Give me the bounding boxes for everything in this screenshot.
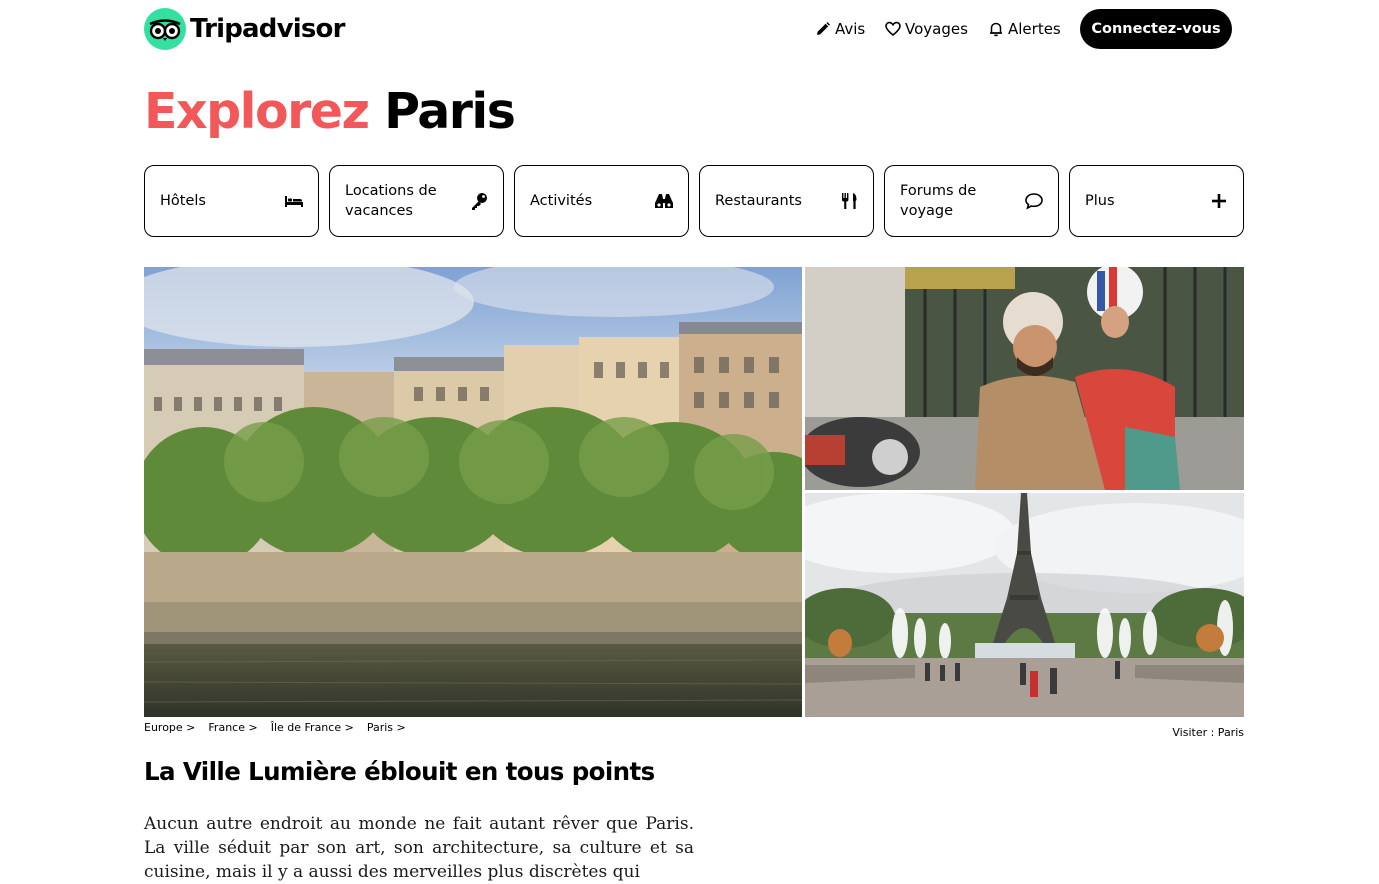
bell-icon [990,22,1002,37]
nav-alertes-label: Alertes [1008,20,1061,38]
sidecar-riders-image [805,267,1244,490]
nav-voyages-label: Voyages [905,20,968,38]
breadcrumb: Europe > France > Île de France > Paris … [144,721,406,734]
category-hotels-label: Hôtels [160,193,206,209]
heart-icon [885,21,901,37]
owl-logo-icon [144,8,186,50]
nav-alertes[interactable]: Alertes [988,14,1061,44]
photo-caption: Visiter : Paris [1172,726,1244,739]
category-more[interactable]: Plus [1069,165,1244,237]
nav-voyages[interactable]: Voyages [885,14,968,44]
breadcrumb-france[interactable]: France > [208,721,257,734]
category-restaurants-label: Restaurants [715,193,802,209]
plus-icon [1212,194,1226,208]
login-button[interactable]: Connectez-vous [1080,9,1232,49]
bed-icon [285,196,303,207]
category-rentals-label: Locations de vacances [345,183,437,219]
title-city: Paris [384,83,516,140]
page-title: Explorez Paris [144,80,516,144]
breadcrumb-ile-de-france[interactable]: Île de France > [271,721,354,734]
article-body: Aucun autre endroit au monde ne fait aut… [144,814,694,882]
brand-wordmark: Tripadvisor [190,14,345,44]
category-travel-forums[interactable]: Forums de voyage [884,165,1059,237]
breadcrumb-paris[interactable]: Paris > [367,721,406,734]
fork-knife-icon [842,193,857,209]
breadcrumb-europe[interactable]: Europe > [144,721,195,734]
chat-bubble-icon [1025,193,1043,210]
category-forums-label: Forums de voyage [900,183,977,219]
hero-photo-seine[interactable] [144,267,802,717]
seine-quay-image [144,267,802,717]
pencil-icon [817,22,830,35]
category-vacation-rentals[interactable]: Locations de vacances [329,165,504,237]
category-activities-label: Activités [530,193,593,209]
photo-eiffel-tower[interactable] [805,493,1244,717]
category-more-label: Plus [1085,193,1115,209]
key-icon [472,193,487,210]
article-heading: La Ville Lumière éblouit en tous points [144,757,655,786]
eiffel-tower-image [805,493,1244,717]
tripadvisor-logo[interactable]: Tripadvisor [144,7,354,51]
nav-avis-label: Avis [835,20,866,38]
binoculars-icon [655,194,673,208]
category-restaurants[interactable]: Restaurants [699,165,874,237]
photo-sidecar-tour[interactable] [805,267,1244,490]
title-explorez: Explorez [144,83,370,140]
category-activities[interactable]: Activités [514,165,689,237]
nav-avis[interactable]: Avis [815,14,865,44]
category-hotels[interactable]: Hôtels [144,165,319,237]
